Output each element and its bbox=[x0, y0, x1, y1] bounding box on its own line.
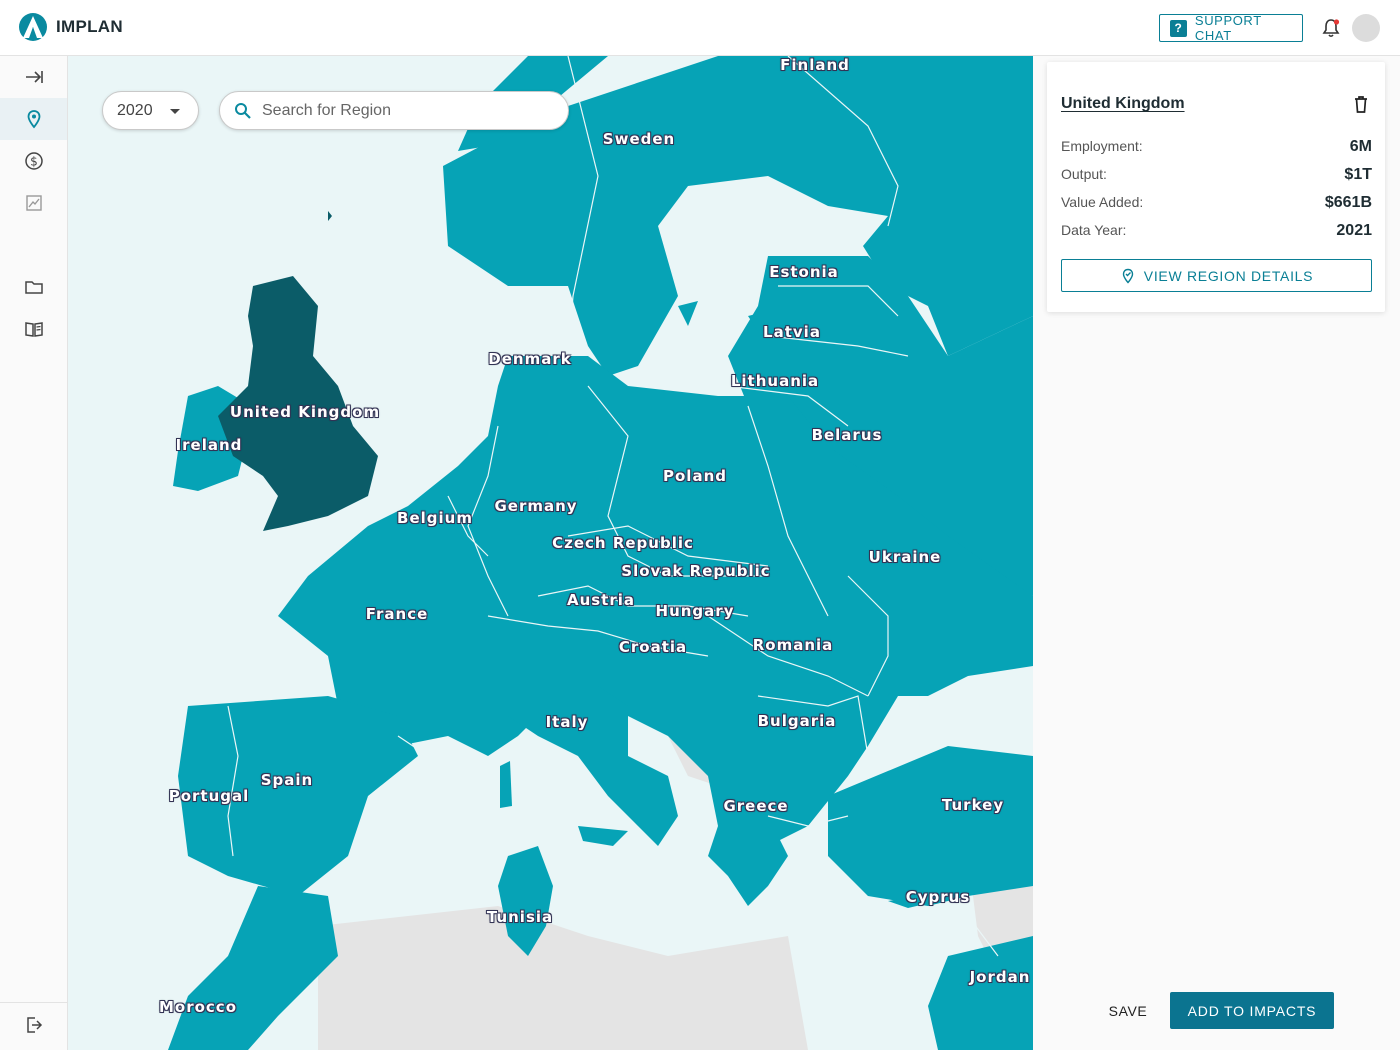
label-cyprus[interactable]: Cyprus bbox=[906, 888, 971, 906]
app-logo[interactable]: IMPLAN bbox=[18, 12, 123, 42]
trash-icon[interactable] bbox=[1353, 95, 1369, 113]
view-region-details-label: VIEW REGION DETAILS bbox=[1143, 267, 1314, 284]
output-label: Output: bbox=[1061, 166, 1107, 182]
label-estonia[interactable]: Estonia bbox=[769, 263, 839, 281]
top-bar: IMPLAN ? SUPPORT CHAT bbox=[0, 0, 1400, 56]
label-hungary[interactable]: Hungary bbox=[656, 602, 735, 620]
value-added-row: Value Added: $661B bbox=[1061, 194, 1372, 212]
support-chat-label: SUPPORT CHAT bbox=[1194, 13, 1262, 43]
value-added-value: $661B bbox=[1324, 194, 1372, 211]
svg-text:$: $ bbox=[30, 155, 38, 169]
label-france[interactable]: France bbox=[366, 605, 429, 623]
search-icon bbox=[235, 102, 251, 119]
label-portugal[interactable]: Portugal bbox=[169, 787, 250, 805]
year-value: 2020 bbox=[117, 101, 153, 119]
label-croatia[interactable]: Croatia bbox=[619, 638, 687, 656]
label-denmark[interactable]: Denmark bbox=[488, 350, 571, 368]
folder-icon bbox=[24, 281, 43, 294]
save-button[interactable]: SAVE bbox=[1100, 996, 1156, 1026]
sidebar-divider bbox=[0, 1002, 67, 1003]
region-panel: United Kingdom Employment: 6M Output: $1… bbox=[1033, 56, 1400, 1050]
data-year-value: 2021 bbox=[1336, 222, 1372, 239]
employment-row: Employment: 6M bbox=[1061, 138, 1372, 156]
label-latvia[interactable]: Latvia bbox=[763, 323, 821, 341]
label-united-kingdom[interactable]: United Kingdom bbox=[230, 403, 380, 421]
label-belarus[interactable]: Belarus bbox=[812, 426, 883, 444]
support-chat-button[interactable]: ? SUPPORT CHAT bbox=[1159, 13, 1303, 43]
sidebar: $ bbox=[0, 56, 68, 1050]
sidebar-item-docs[interactable] bbox=[0, 308, 67, 350]
label-ukraine[interactable]: Ukraine bbox=[869, 548, 942, 566]
label-bulgaria[interactable]: Bulgaria bbox=[758, 712, 837, 730]
label-ireland[interactable]: Ireland bbox=[176, 436, 243, 454]
label-italy[interactable]: Italy bbox=[546, 713, 589, 731]
chart-icon bbox=[25, 195, 42, 211]
label-tunisia[interactable]: Tunisia bbox=[487, 908, 553, 926]
land-north-africa bbox=[318, 906, 808, 1050]
sidebar-item-analysis[interactable] bbox=[0, 182, 67, 224]
label-austria[interactable]: Austria bbox=[567, 591, 635, 609]
land-sardinia bbox=[500, 761, 512, 808]
help-icon: ? bbox=[1170, 19, 1187, 37]
label-slovak-republic[interactable]: Slovak Republic bbox=[621, 562, 770, 580]
region-search[interactable] bbox=[219, 91, 569, 130]
caret-down-icon bbox=[170, 109, 180, 114]
app-name: IMPLAN bbox=[56, 17, 123, 36]
label-jordan[interactable]: Jordan bbox=[970, 968, 1031, 986]
expand-sidebar-button[interactable] bbox=[0, 56, 67, 98]
logout-icon bbox=[26, 1017, 42, 1033]
add-to-impacts-button[interactable]: ADD TO IMPACTS bbox=[1170, 992, 1334, 1029]
label-spain[interactable]: Spain bbox=[261, 771, 313, 789]
expand-sidebar-icon bbox=[25, 71, 43, 83]
label-lithuania[interactable]: Lithuania bbox=[731, 372, 819, 390]
label-poland[interactable]: Poland bbox=[663, 467, 727, 485]
output-value: $1T bbox=[1344, 166, 1372, 183]
label-morocco[interactable]: Morocco bbox=[159, 998, 237, 1016]
value-added-label: Value Added: bbox=[1061, 194, 1144, 210]
land-turkey bbox=[828, 746, 1033, 906]
user-avatar[interactable] bbox=[1352, 14, 1380, 42]
land-jordan bbox=[928, 936, 1033, 1050]
map-pin-icon bbox=[27, 110, 40, 129]
view-region-details-button[interactable]: VIEW REGION DETAILS bbox=[1061, 259, 1372, 292]
output-row: Output: $1T bbox=[1061, 166, 1372, 184]
employment-label: Employment: bbox=[1061, 138, 1143, 154]
logout-button[interactable] bbox=[0, 1004, 67, 1046]
region-search-input[interactable] bbox=[262, 101, 542, 120]
label-romania[interactable]: Romania bbox=[753, 636, 834, 654]
land-morocco bbox=[168, 886, 338, 1050]
label-germany[interactable]: Germany bbox=[494, 497, 577, 515]
label-czech-republic[interactable]: Czech Republic bbox=[552, 534, 694, 552]
land-island-3 bbox=[678, 301, 698, 326]
label-finland[interactable]: Finland bbox=[780, 56, 850, 74]
book-icon bbox=[24, 322, 43, 337]
notification-bell-icon[interactable] bbox=[1320, 17, 1342, 39]
sidebar-item-projects[interactable] bbox=[0, 266, 67, 308]
label-turkey[interactable]: Turkey bbox=[942, 796, 1004, 814]
employment-value: 6M bbox=[1349, 138, 1372, 155]
sidebar-item-economics[interactable]: $ bbox=[0, 140, 67, 182]
data-year-label: Data Year: bbox=[1061, 222, 1127, 238]
label-greece[interactable]: Greece bbox=[723, 797, 788, 815]
dollar-icon: $ bbox=[24, 152, 43, 170]
year-select[interactable]: 2020 bbox=[102, 91, 199, 130]
sidebar-item-regions[interactable] bbox=[0, 98, 67, 140]
region-title[interactable]: United Kingdom bbox=[1061, 95, 1185, 113]
region-card: United Kingdom Employment: 6M Output: $1… bbox=[1047, 62, 1385, 312]
label-belgium[interactable]: Belgium bbox=[397, 509, 473, 527]
location-check-icon bbox=[1122, 268, 1133, 284]
data-year-row: Data Year: 2021 bbox=[1061, 222, 1372, 240]
label-sweden[interactable]: Sweden bbox=[603, 130, 675, 148]
implan-logo-icon bbox=[19, 13, 47, 41]
land-sicily bbox=[578, 826, 628, 846]
land-island-1 bbox=[328, 211, 332, 221]
region-map[interactable]: Finland Sweden Estonia Latvia Denmark Li… bbox=[68, 56, 1033, 1050]
